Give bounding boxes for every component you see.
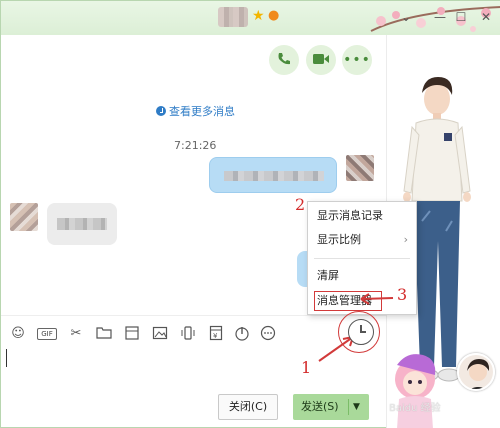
shake-icon[interactable] [179,325,197,343]
more-icon[interactable] [259,325,277,343]
chevron-right-icon: › [403,233,408,246]
star-icon: ★ [252,8,265,24]
close-button[interactable]: 关闭(C) [218,394,278,420]
menu-item-label: 显示比例 [317,233,361,246]
message-timestamp: 7:21:26 [174,139,217,152]
menu-item-display-scale[interactable]: 显示比例 › [308,228,416,252]
contact-name-blurred [218,7,248,27]
flame-icon: ● [268,8,280,23]
input-toolbar: ☺ GIF ✂ ¥ [1,315,386,349]
red-packet-icon[interactable]: ¥ [207,325,225,343]
avatar[interactable] [457,353,495,391]
annotation-number-1: 1 [301,358,312,377]
chat-window: ★ ● ⌄ — ☐ ✕ ••• 查看更多消息 7:21:26 显示消息记录 显示… [0,0,500,428]
more-options-button[interactable]: ••• [342,45,372,75]
annotation-number-2: 2 [295,195,306,214]
svg-text:¥: ¥ [213,332,218,340]
annotation-highlight-box [314,291,382,311]
voice-call-button[interactable] [269,45,299,75]
clock-icon [156,106,166,116]
more-history-label: 查看更多消息 [169,105,235,118]
close-icon[interactable]: ✕ [478,9,494,25]
text-caret [6,349,7,367]
send-divider [348,399,349,415]
history-clock-icon[interactable] [348,319,374,345]
audio-icon[interactable] [233,325,251,343]
phone-icon [278,53,290,65]
avatar[interactable] [10,203,38,231]
gif-icon[interactable]: GIF [37,328,57,340]
title-bar: ★ ● ⌄ — ☐ ✕ [1,1,500,35]
outgoing-message-bubble[interactable] [209,157,337,193]
menu-item-show-history[interactable]: 显示消息记录 [308,204,416,228]
video-icon [313,54,329,64]
annotation-number-3: 3 [397,285,408,304]
avatar[interactable] [346,155,374,181]
file-icon[interactable] [123,325,141,343]
blurred-message-text [57,218,107,230]
chibi-mascot-illustration [395,354,436,428]
folder-icon[interactable] [95,325,113,343]
chevron-down-icon[interactable]: ⌄ [398,9,414,25]
blurred-message-text [224,171,324,181]
menu-divider [314,258,410,259]
send-label: 发送(S) [301,400,339,413]
more-history-link[interactable]: 查看更多消息 [156,103,235,119]
maximize-icon[interactable]: ☐ [453,9,469,25]
incoming-message-bubble[interactable] [47,203,117,245]
scissors-icon[interactable]: ✂ [67,325,85,343]
chevron-down-icon[interactable]: ▼ [353,394,360,420]
watermark: Baidu 经验 [389,403,441,414]
message-input[interactable] [1,349,386,387]
send-button[interactable]: 发送(S) ▼ [293,394,369,420]
image-icon[interactable] [151,325,169,343]
more-icon: ••• [343,52,371,68]
video-call-button[interactable] [306,45,336,75]
emoji-icon[interactable]: ☺ [9,325,27,343]
minimize-icon[interactable]: — [432,9,448,25]
